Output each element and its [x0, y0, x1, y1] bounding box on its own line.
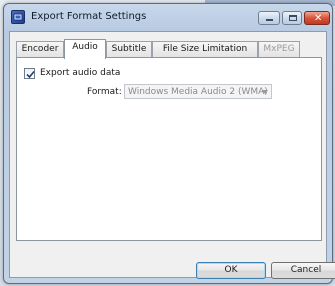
checkmark-icon [26, 70, 35, 79]
ok-button[interactable]: OK [196, 262, 266, 279]
tab-strip: Encoder Audio Subtitle File Size Limitat… [16, 39, 322, 59]
export-audio-checkbox[interactable] [24, 68, 35, 79]
tab-file-size-limitation[interactable]: File Size Limitation [152, 41, 258, 57]
minimize-button[interactable] [258, 11, 280, 25]
tab-audio[interactable]: Audio [64, 39, 106, 59]
format-label: Format: [87, 87, 122, 97]
tab-mxpeg: MxPEG [258, 41, 300, 57]
close-button[interactable]: ✕ [304, 11, 330, 25]
dialog-client-area: Encoder Audio Subtitle File Size Limitat… [9, 31, 335, 279]
window-title: Export Format Settings [31, 11, 147, 22]
format-dropdown-value: Windows Media Audio 2 (WMA) [128, 87, 268, 97]
title-bar[interactable]: Export Format Settings ✕ [4, 4, 332, 30]
tab-encoder[interactable]: Encoder [16, 41, 64, 57]
maximize-icon [289, 15, 297, 21]
tab-subtitle[interactable]: Subtitle [106, 41, 152, 57]
maximize-button[interactable] [282, 11, 302, 25]
format-dropdown: Windows Media Audio 2 (WMA) [124, 84, 272, 99]
app-icon [11, 10, 25, 24]
chevron-down-icon [262, 90, 268, 94]
close-icon: ✕ [314, 13, 323, 24]
minimize-icon [266, 19, 273, 21]
cancel-button[interactable]: Cancel [271, 262, 335, 279]
dialog-window: Export Format Settings ✕ Encoder Audio S… [3, 3, 335, 284]
export-audio-label[interactable]: Export audio data [40, 68, 120, 78]
audio-tab-panel: Export audio data Format: Windows Media … [16, 57, 322, 241]
